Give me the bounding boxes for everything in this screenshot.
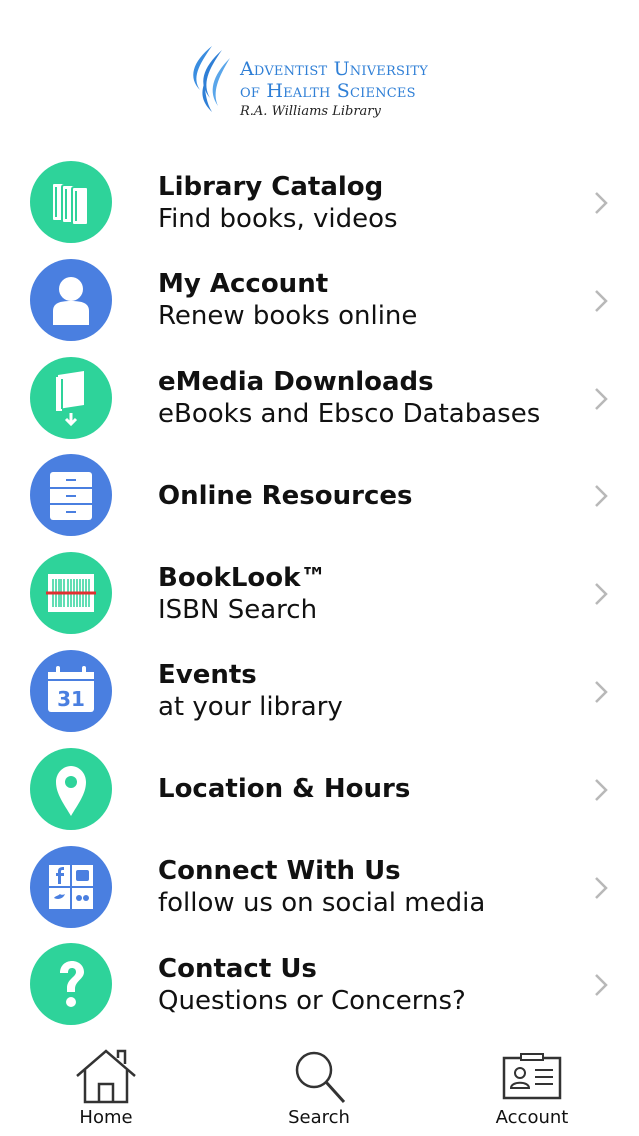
- menu-item-title: My Account: [158, 269, 329, 300]
- tab-search[interactable]: Search: [259, 1040, 379, 1136]
- barcode-icon: [30, 552, 112, 635]
- menu-item-online-resources[interactable]: Online Resources: [0, 447, 639, 545]
- menu-item-text: Contact Us Questions or Concerns?: [158, 936, 569, 1033]
- university-logo: Adventist University of Health Sciences …: [182, 44, 472, 128]
- menu-item-library-catalog[interactable]: Library Catalog Find books, videos: [0, 154, 639, 252]
- chevron-right-icon: [595, 289, 608, 312]
- menu-item-subtitle: Renew books online: [158, 301, 418, 332]
- menu-item-events[interactable]: 31 Events at your library: [0, 643, 639, 741]
- menu-item-text: My Account Renew books online: [158, 252, 569, 349]
- menu-item-my-account[interactable]: My Account Renew books online: [0, 252, 639, 350]
- menu-item-title: Online Resources: [158, 480, 413, 511]
- menu-item-contact-us[interactable]: Contact Us Questions or Concerns?: [0, 936, 639, 1034]
- bottom-tab-bar: Home Search Account: [0, 1040, 639, 1136]
- calendar-day-text: 31: [57, 687, 85, 711]
- menu-item-text: BookLook™ ISBN Search: [158, 545, 569, 642]
- menu-item-title: Library Catalog: [158, 171, 384, 202]
- logo-line-3: R.A. Williams Library: [240, 104, 381, 119]
- chevron-right-icon: [595, 583, 608, 606]
- chevron-right-icon: [595, 778, 608, 801]
- tab-home-label: Home: [79, 1107, 133, 1128]
- menu-item-title: eMedia Downloads: [158, 367, 434, 398]
- menu-item-booklook[interactable]: BookLook™ ISBN Search: [0, 545, 639, 643]
- menu-item-subtitle: Find books, videos: [158, 203, 398, 234]
- chevron-right-icon: [595, 876, 608, 899]
- tab-search-label: Search: [288, 1107, 350, 1128]
- menu-item-subtitle: Questions or Concerns?: [158, 985, 466, 1016]
- menu-item-emedia-downloads[interactable]: eMedia Downloads eBooks and Ebsco Databa…: [0, 350, 639, 448]
- chevron-right-icon: [595, 192, 608, 214]
- account-card-icon: [502, 1053, 562, 1100]
- menu-item-subtitle: eBooks and Ebsco Databases: [158, 399, 541, 430]
- menu-item-text: Connect With Us follow us on social medi…: [158, 839, 569, 936]
- chevron-right-icon: [595, 974, 608, 997]
- flame-logo-icon: [193, 46, 230, 112]
- app-header: Adventist University of Health Sciences …: [0, 0, 639, 150]
- tab-account-label: Account: [495, 1107, 569, 1128]
- search-icon: [295, 1051, 346, 1104]
- logo-line-2: of Health Sciences: [240, 80, 416, 102]
- chevron-right-icon: [595, 681, 608, 703]
- menu-item-text: eMedia Downloads eBooks and Ebsco Databa…: [158, 350, 569, 447]
- main-menu: Library Catalog Find books, videos My Ac…: [0, 154, 639, 1034]
- menu-item-title: Location & Hours: [158, 774, 411, 805]
- ebook-download-icon: [30, 356, 112, 439]
- menu-item-location-hours[interactable]: Location & Hours: [0, 741, 639, 839]
- menu-item-title: BookLook™: [158, 562, 327, 593]
- menu-item-text: Location & Hours: [158, 741, 569, 838]
- social-media-icon: [30, 845, 112, 928]
- calendar-icon: 31: [30, 649, 112, 732]
- menu-item-subtitle: at your library: [158, 692, 343, 723]
- tab-account[interactable]: Account: [472, 1040, 592, 1136]
- map-pin-icon: [30, 747, 112, 830]
- menu-item-title: Contact Us: [158, 953, 317, 984]
- menu-item-title: Connect With Us: [158, 856, 401, 887]
- menu-item-subtitle: ISBN Search: [158, 594, 318, 625]
- chevron-right-icon: [595, 485, 608, 508]
- person-icon: [30, 258, 112, 341]
- menu-item-connect-with-us[interactable]: Connect With Us follow us on social medi…: [0, 839, 639, 937]
- menu-item-title: Events: [158, 660, 257, 691]
- home-icon: [76, 1049, 136, 1104]
- menu-item-text: Online Resources: [158, 447, 569, 544]
- menu-item-subtitle: follow us on social media: [158, 888, 486, 919]
- tab-home[interactable]: Home: [46, 1040, 166, 1136]
- logo-line-1: Adventist University: [240, 58, 429, 80]
- books-icon: [30, 161, 112, 243]
- question-mark-icon: [30, 943, 112, 1026]
- chevron-right-icon: [595, 387, 608, 410]
- menu-item-text: Library Catalog Find books, videos: [158, 154, 569, 251]
- filing-cabinet-icon: [30, 454, 112, 537]
- menu-item-text: Events at your library: [158, 643, 569, 740]
